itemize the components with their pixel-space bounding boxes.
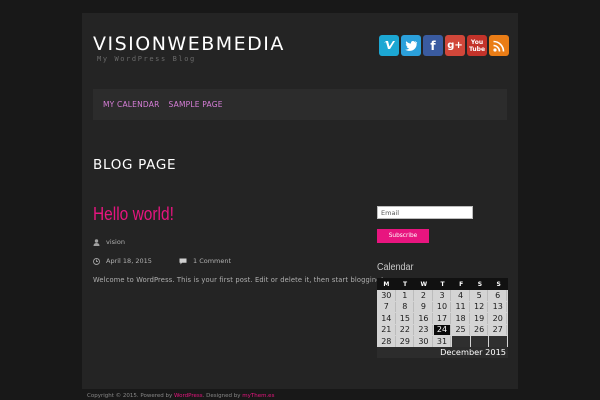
email-field[interactable]: Email (377, 206, 473, 219)
calendar-day: 7 (378, 301, 396, 312)
calendar-day: 14 (378, 313, 396, 324)
calendar-day: 21 (378, 324, 396, 335)
nav-item-my-calendar[interactable]: MY CALENDAR (103, 100, 160, 109)
calendar-weekday: T (440, 280, 445, 288)
calendar-day: 16 (415, 313, 433, 324)
calendar-day: 18 (452, 313, 470, 324)
calendar-day: 9 (415, 301, 433, 312)
footer-copyright: Copyright © 2015. Powered by (87, 393, 173, 399)
calendar-day: 12 (470, 301, 489, 312)
calendar-weekday: F (459, 280, 464, 288)
subscribe-button[interactable]: Subscribe (377, 229, 429, 243)
calendar-widget: MTWTFSS 30 1 2 3 4 5 6 7 8 9 10 11 12 13 14 15 16 17 18 19 2… (377, 278, 508, 358)
footer-wordpress-link[interactable]: WordPress (174, 393, 203, 399)
vimeo-icon[interactable] (379, 35, 399, 56)
calendar-day: 4 (452, 290, 470, 301)
calendar-day: 31 (433, 336, 452, 347)
youtube-icon[interactable]: You Tube (467, 35, 487, 56)
facebook-icon[interactable]: f (423, 35, 443, 56)
calendar-weekday: M (383, 280, 390, 288)
calendar-day: 29 (396, 336, 415, 347)
calendar-day: 27 (489, 324, 507, 335)
calendar-day: 28 (378, 336, 396, 347)
page-container: VISIONWEBMEDIA My WordPress Blog f g+ Yo… (82, 13, 518, 389)
site-footer: Copyright © 2015. Powered by WordPress. … (87, 393, 274, 399)
post-excerpt: Welcome to WordPress. This is your first… (93, 276, 384, 284)
calendar-day: 15 (396, 313, 415, 324)
date-text: April 18, 2015 (106, 257, 152, 265)
calendar-day: 1 (396, 290, 415, 301)
page-title: BLOG PAGE (93, 157, 177, 173)
calendar-weekday: S (477, 280, 483, 288)
calendar-day: 6 (489, 290, 507, 301)
site-tagline: My WordPress Blog (97, 55, 196, 63)
calendar-day: 23 (415, 324, 433, 335)
calendar-day: 30 (415, 336, 433, 347)
calendar-days: 30 1 2 3 4 5 6 7 8 9 10 11 12 13 14 15 16 17 18 19 20 21 22 23 2… (377, 290, 508, 347)
calendar-empty-cell (452, 336, 470, 347)
user-icon (93, 238, 100, 246)
calendar-day: 25 (452, 324, 470, 335)
calendar-day: 8 (396, 301, 415, 312)
social-icons: f g+ You Tube (379, 35, 509, 56)
calendar-weekday: S (496, 280, 501, 288)
calendar-day: 17 (433, 313, 452, 324)
calendar-day: 13 (489, 301, 507, 312)
calendar-day: 26 (470, 324, 489, 335)
calendar-weekday: T (403, 280, 408, 288)
calendar-weekday: W (420, 280, 428, 288)
rss-icon[interactable] (489, 35, 509, 56)
twitter-icon[interactable] (401, 35, 421, 56)
site-title[interactable]: VISIONWEBMEDIA (93, 33, 285, 55)
clock-icon (93, 257, 100, 265)
calendar-day-today: 24 (433, 324, 452, 335)
google-plus-icon[interactable]: g+ (445, 35, 465, 56)
calendar-day: 22 (396, 324, 415, 335)
post-author: vision (93, 238, 125, 246)
calendar-day: 5 (470, 290, 489, 301)
calendar-day: 19 (470, 313, 489, 324)
calendar-empty-cell (489, 336, 507, 347)
calendar-day: 30 (378, 290, 396, 301)
calendar-day: 2 (415, 290, 433, 301)
calendar-day: 11 (452, 301, 470, 312)
footer-designer-link[interactable]: myThem.es (242, 393, 274, 399)
calendar-day: 10 (433, 301, 452, 312)
calendar-weekdays: MTWTFSS (377, 278, 508, 290)
footer-designed-by: . Designed by (202, 393, 241, 399)
comment-icon (179, 258, 187, 264)
calendar-footer: December 2015 (377, 346, 508, 358)
calendar-empty-cell (470, 336, 489, 347)
calendar-heading: Calendar (377, 262, 414, 273)
author-name[interactable]: vision (106, 238, 125, 246)
nav-item-sample-page[interactable]: SAMPLE PAGE (169, 100, 223, 109)
post-title[interactable]: Hello world! (93, 204, 174, 225)
comments-link[interactable]: 1 Comment (193, 257, 231, 265)
post-comments: 1 Comment (179, 257, 231, 265)
calendar-month-label: December 2015 (440, 346, 506, 357)
calendar-day: 20 (489, 313, 507, 324)
main-nav: MY CALENDAR SAMPLE PAGE (93, 89, 507, 120)
calendar-day: 3 (433, 290, 452, 301)
post-date: April 18, 2015 (93, 257, 152, 265)
